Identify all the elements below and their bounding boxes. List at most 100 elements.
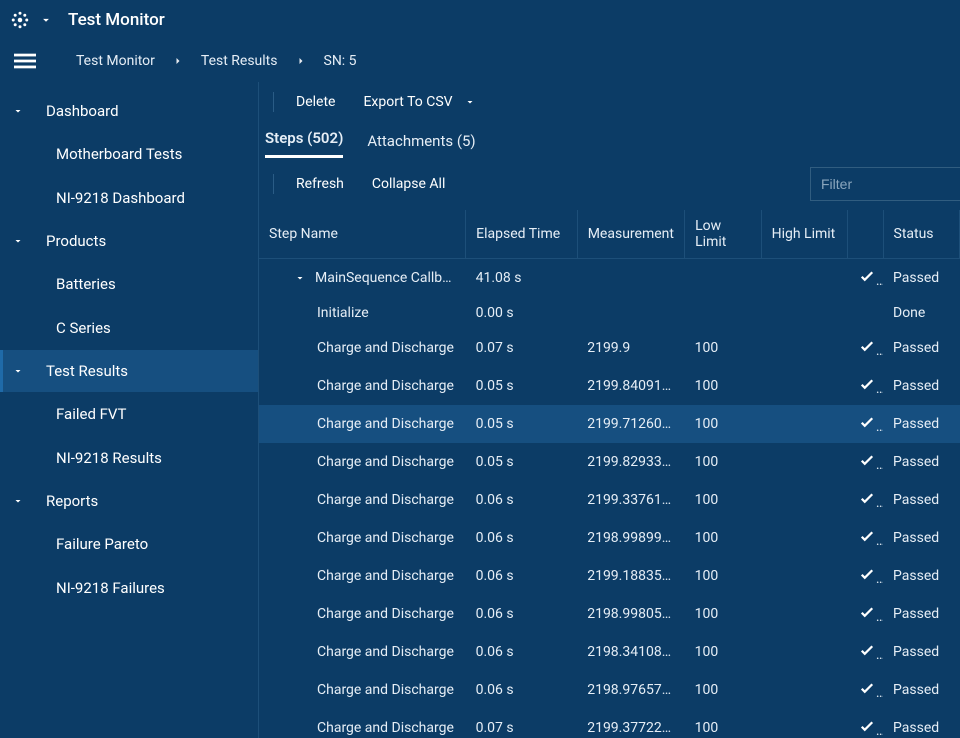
sidebar-item[interactable]: Failure Pareto xyxy=(0,522,258,566)
breadcrumb-item[interactable]: SN: 5 xyxy=(314,53,367,69)
filter-input[interactable] xyxy=(810,167,960,201)
caret-down-icon xyxy=(10,233,26,249)
delete-button[interactable]: Delete xyxy=(282,88,349,116)
cell-high-limit xyxy=(761,709,848,738)
check-icon xyxy=(858,641,876,659)
sidebar-item[interactable]: NI-9218 Dashboard xyxy=(0,176,258,220)
sidebar-group[interactable]: Reports xyxy=(0,480,258,522)
cell-low-limit: 100 xyxy=(685,595,761,633)
sidebar-group-label: Products xyxy=(46,232,106,250)
breadcrumb-item[interactable]: Test Results xyxy=(191,53,288,69)
cell-step-name: Charge and Discharge xyxy=(259,709,466,738)
cell-status-icon xyxy=(848,405,883,443)
cell-step-name: Charge and Discharge xyxy=(259,367,466,405)
cell-status-icon xyxy=(848,367,883,405)
breadcrumb-item[interactable]: Test Monitor xyxy=(66,53,165,69)
cell-status-icon xyxy=(848,329,883,367)
table-row[interactable]: Charge and Discharge0.06 s2199.188357524… xyxy=(259,557,960,595)
cell-elapsed: 41.08 s xyxy=(466,259,578,298)
app-logo-icon[interactable] xyxy=(10,10,30,30)
cell-status: Passed xyxy=(883,367,960,405)
cell-status: Passed xyxy=(883,481,960,519)
collapse-all-button[interactable]: Collapse All xyxy=(358,170,459,198)
tabs: Steps (502) Attachments (5) xyxy=(259,122,960,158)
table-row[interactable]: Charge and Discharge0.05 s2199.829333171… xyxy=(259,443,960,481)
cell-measurement: 2199.188357524 xyxy=(577,557,684,595)
col-measurement[interactable]: Measurement xyxy=(577,210,684,259)
cell-high-limit xyxy=(761,519,848,557)
cell-high-limit xyxy=(761,329,848,367)
table-row[interactable]: MainSequence Callback41.08 sPassed xyxy=(259,259,960,298)
steps-table: Step Name Elapsed Time Measurement Low L… xyxy=(259,210,960,738)
expand-toggle-icon[interactable] xyxy=(293,271,307,285)
chevron-right-icon xyxy=(294,54,308,68)
table-row[interactable]: Charge and Discharge0.05 s2199.840917246… xyxy=(259,367,960,405)
content-pane: Delete Export To CSV Steps (502) Attachm… xyxy=(258,82,960,738)
cell-low-limit: 100 xyxy=(685,405,761,443)
cell-elapsed: 0.07 s xyxy=(466,709,578,738)
sidebar-item[interactable]: C Series xyxy=(0,306,258,350)
sidebar-item[interactable]: Batteries xyxy=(0,262,258,306)
table-row[interactable]: Charge and Discharge0.06 s2198.341084222… xyxy=(259,633,960,671)
cell-elapsed: 0.00 s xyxy=(466,297,578,329)
cell-status: Passed xyxy=(883,595,960,633)
cell-low-limit: 100 xyxy=(685,443,761,481)
cell-elapsed: 0.06 s xyxy=(466,671,578,709)
sidebar-group[interactable]: Dashboard xyxy=(0,90,258,132)
cell-elapsed: 0.05 s xyxy=(466,367,578,405)
sidebar-item[interactable]: Motherboard Tests xyxy=(0,132,258,176)
sidebar-item[interactable]: Failed FVT xyxy=(0,392,258,436)
cell-status-icon xyxy=(848,259,883,298)
cell-low-limit xyxy=(685,259,761,298)
check-icon xyxy=(858,267,876,285)
table-row[interactable]: Charge and Discharge0.07 s2199.9100Passe… xyxy=(259,329,960,367)
caret-down-icon xyxy=(10,103,26,119)
cell-status-icon xyxy=(848,671,883,709)
cell-low-limit xyxy=(685,297,761,329)
cell-step-name: Charge and Discharge xyxy=(259,443,466,481)
app-menu-caret-icon[interactable] xyxy=(38,12,54,28)
col-step-name[interactable]: Step Name xyxy=(259,210,466,259)
toolbar-primary: Delete Export To CSV xyxy=(259,82,960,122)
cell-elapsed: 0.06 s xyxy=(466,595,578,633)
table-row[interactable]: Charge and Discharge0.05 s2199.712604263… xyxy=(259,405,960,443)
hamburger-icon[interactable] xyxy=(14,50,36,72)
sidebar-group[interactable]: Test Results xyxy=(0,350,258,392)
col-low-limit[interactable]: Low Limit xyxy=(685,210,761,259)
cell-high-limit xyxy=(761,443,848,481)
table-row[interactable]: Charge and Discharge0.07 s2199.377229124… xyxy=(259,709,960,738)
table-row[interactable]: Charge and Discharge0.06 s2198.998053347… xyxy=(259,595,960,633)
cell-measurement: 2198.998053347 xyxy=(577,595,684,633)
cell-status-icon xyxy=(848,297,883,329)
cell-elapsed: 0.06 s xyxy=(466,519,578,557)
table-row[interactable]: Initialize0.00 sDone xyxy=(259,297,960,329)
table-row[interactable]: Charge and Discharge0.06 s2198.976572115… xyxy=(259,671,960,709)
sidebar-item[interactable]: NI-9218 Failures xyxy=(0,566,258,610)
refresh-button[interactable]: Refresh xyxy=(282,170,358,198)
col-elapsed-time[interactable]: Elapsed Time xyxy=(466,210,578,259)
sidebar-item[interactable]: NI-9218 Results xyxy=(0,436,258,480)
breadcrumb-bar: Test Monitor Test Results SN: 5 xyxy=(0,40,960,82)
tab-attachments[interactable]: Attachments (5) xyxy=(367,126,475,158)
cell-measurement: 2199.337612817 xyxy=(577,481,684,519)
table-row[interactable]: Charge and Discharge0.06 s2199.337612817… xyxy=(259,481,960,519)
cell-low-limit: 100 xyxy=(685,367,761,405)
col-status[interactable]: Status xyxy=(883,210,960,259)
cell-step-name: Charge and Discharge xyxy=(259,595,466,633)
cell-low-limit: 100 xyxy=(685,557,761,595)
cell-status: Passed xyxy=(883,443,960,481)
col-high-limit[interactable]: High Limit xyxy=(761,210,848,259)
cell-elapsed: 0.05 s xyxy=(466,405,578,443)
cell-status-icon xyxy=(848,443,883,481)
cell-measurement: 2199.712604263 xyxy=(577,405,684,443)
tab-steps[interactable]: Steps (502) xyxy=(265,123,343,158)
col-status-icon[interactable] xyxy=(848,210,883,259)
table-row[interactable]: Charge and Discharge0.06 s2198.998997987… xyxy=(259,519,960,557)
cell-status: Passed xyxy=(883,405,960,443)
sidebar-group[interactable]: Products xyxy=(0,220,258,262)
cell-step-name: Initialize xyxy=(259,297,466,329)
export-csv-button[interactable]: Export To CSV xyxy=(349,88,490,116)
cell-low-limit: 100 xyxy=(685,709,761,738)
cell-low-limit: 100 xyxy=(685,481,761,519)
cell-step-name: Charge and Discharge xyxy=(259,519,466,557)
